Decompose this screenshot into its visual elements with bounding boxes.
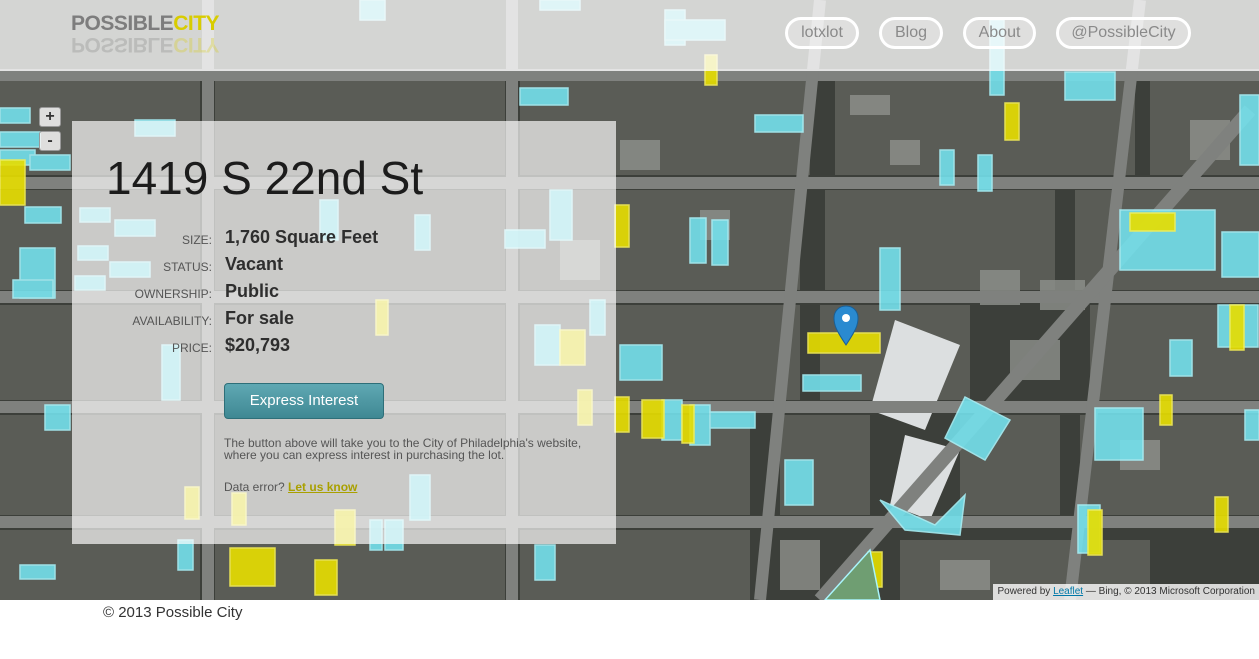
data-error-line: Data error? Let us know: [224, 480, 357, 494]
nav-about-button[interactable]: About: [963, 17, 1036, 49]
detail-row-size: SIZE: 1,760 Square Feet: [72, 227, 616, 251]
logo-reflection-part1: POSSIBLE: [71, 33, 174, 56]
attribution-prefix: Powered by: [997, 586, 1051, 597]
detail-row-availability: AVAILABILITY: For sale: [72, 308, 616, 332]
lot-address: 1419 S 22nd St: [106, 152, 424, 204]
logo-reflection-part2: CITY: [173, 33, 220, 56]
detail-value: $20,793: [225, 335, 291, 355]
nav-twitter-button[interactable]: @PossibleCity: [1056, 17, 1191, 49]
zoom-in-button[interactable]: +: [39, 107, 61, 127]
detail-value: Vacant: [225, 254, 284, 274]
detail-label: SIZE:: [181, 233, 212, 247]
detail-label: STATUS:: [163, 260, 212, 274]
detail-label: OWNERSHIP:: [134, 287, 212, 301]
detail-row-price: PRICE: $20,793: [72, 335, 616, 359]
logo-reflection: POSSIBLECITY: [71, 32, 219, 56]
detail-value: For sale: [225, 308, 295, 328]
zoom-out-button[interactable]: -: [39, 131, 61, 151]
leaflet-link[interactable]: Leaflet: [1053, 586, 1083, 597]
map-attribution: Powered by Leaflet — Bing, © 2013 Micros…: [993, 584, 1259, 600]
footer-copyright: © 2013 Possible City: [103, 604, 243, 621]
detail-label: AVAILABILITY:: [132, 314, 212, 328]
lot-info-panel: 1419 S 22nd St SIZE: 1,760 Square Feet S…: [72, 121, 616, 544]
let-us-know-link[interactable]: Let us know: [288, 480, 357, 494]
detail-label: PRICE:: [171, 341, 212, 355]
express-interest-button[interactable]: Express Interest: [224, 383, 384, 419]
attribution-suffix: — Bing, © 2013 Microsoft Corporation: [1085, 586, 1255, 597]
data-error-prefix: Data error?: [224, 480, 285, 494]
nav-blog-button[interactable]: Blog: [879, 17, 943, 49]
detail-row-ownership: OWNERSHIP: Public: [72, 281, 616, 305]
detail-value: Public: [225, 281, 280, 301]
express-interest-note: The button above will take you to the Ci…: [224, 436, 582, 462]
nav-lotxlot-button[interactable]: lotxlot: [785, 17, 859, 49]
detail-row-status: STATUS: Vacant: [72, 254, 616, 278]
detail-value: 1,760 Square Feet: [225, 227, 379, 247]
top-header: POSSIBLECITY POSSIBLECITY lotxlot Blog A…: [0, 0, 1259, 71]
